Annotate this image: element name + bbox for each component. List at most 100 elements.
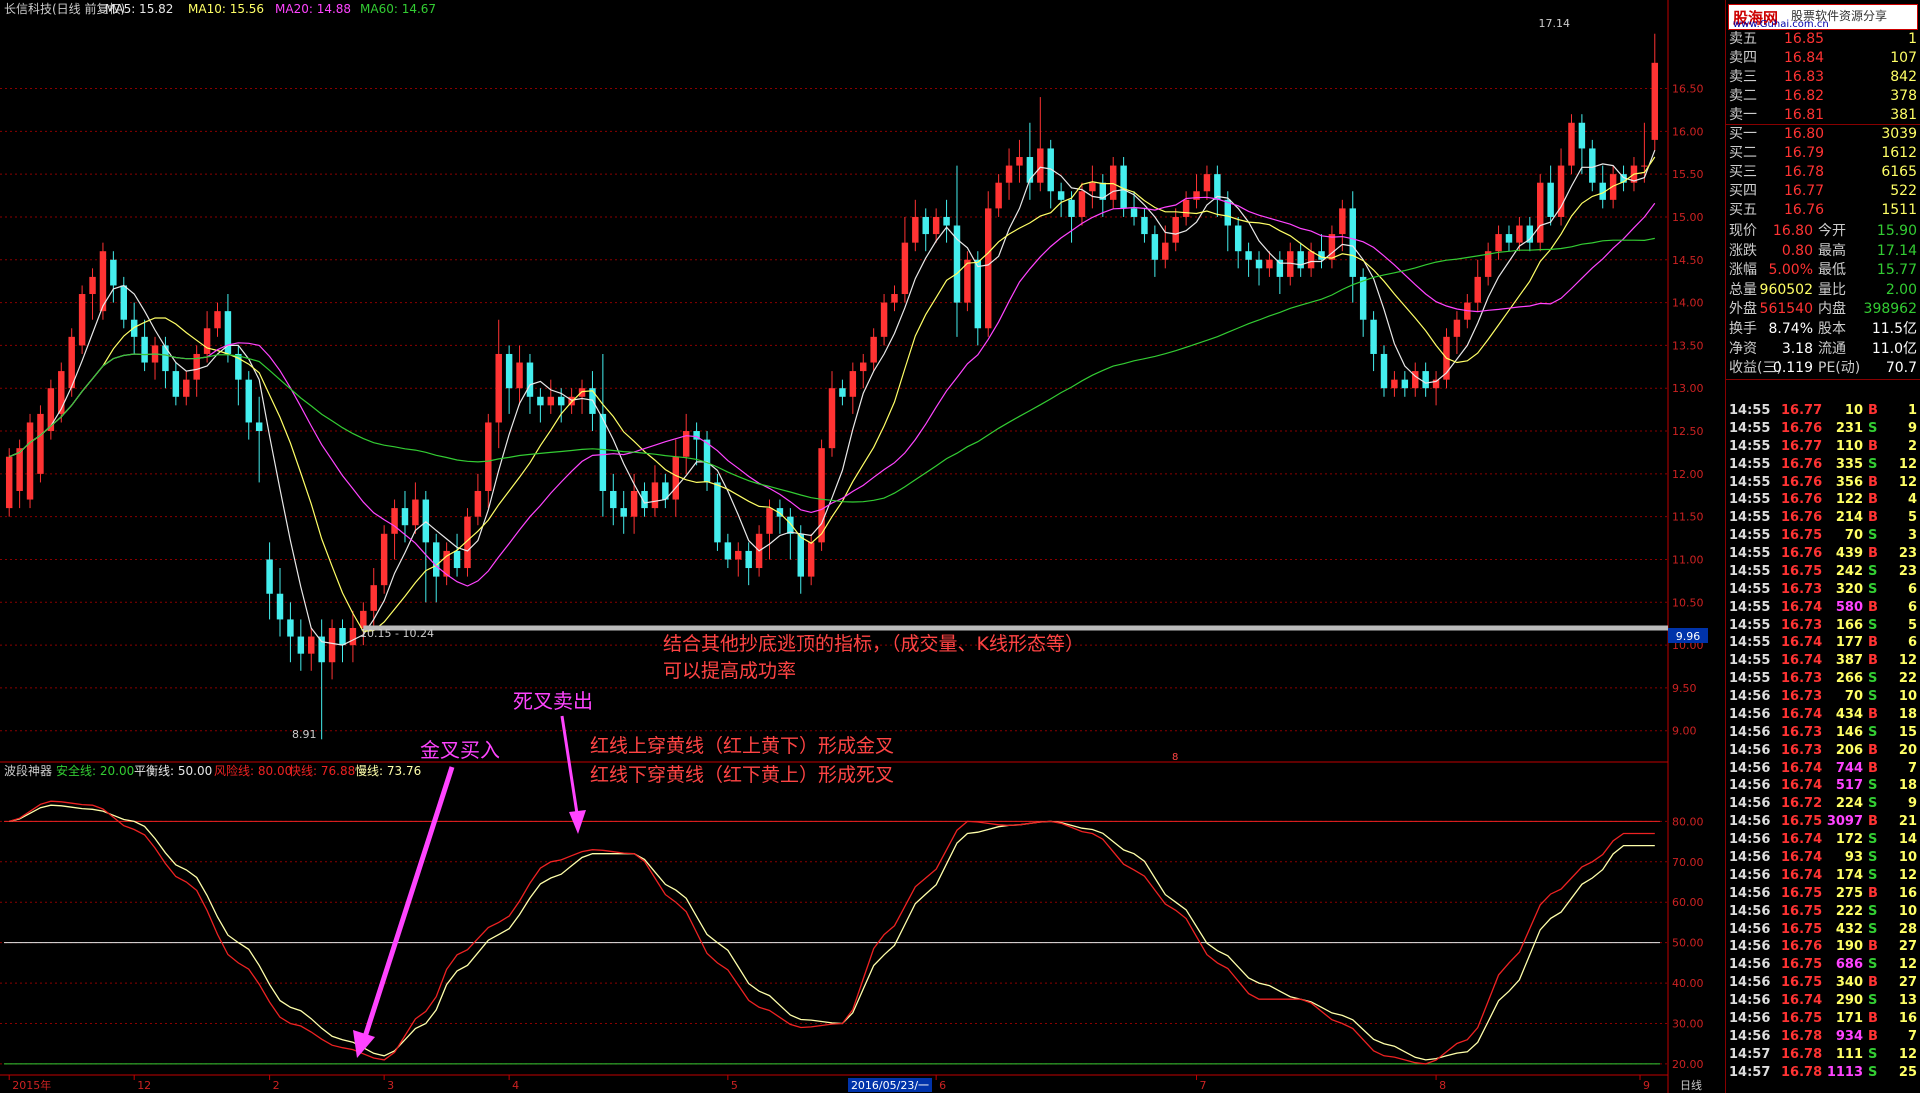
tick-row[interactable]: 14:56 16.75 340 B 27 <box>1726 974 1920 992</box>
tick-time: 14:56 <box>1729 742 1771 758</box>
candle <box>984 191 992 337</box>
orderbook-price: 16.84 <box>1784 50 1825 66</box>
orderbook-label: 卖三 <box>1729 69 1757 85</box>
candle-body <box>5 456 13 509</box>
tick-row[interactable]: 14:56 16.73 206 B 20 <box>1726 742 1920 760</box>
tick-row[interactable]: 14:56 16.74 290 S 13 <box>1726 992 1920 1010</box>
tick-row[interactable]: 14:55 16.77 110 B 2 <box>1726 438 1920 456</box>
orderbook-price: 16.76 <box>1784 202 1825 218</box>
orderbook-row[interactable]: 卖一 16.81 381 <box>1726 106 1920 125</box>
candle-body <box>672 456 680 500</box>
tick-row[interactable]: 14:55 16.73 320 S 6 <box>1726 581 1920 599</box>
candle-body <box>1589 148 1596 183</box>
candle-body <box>1339 208 1346 235</box>
candle-body <box>807 542 815 577</box>
x-axis-label: 12 <box>137 1079 151 1092</box>
tick-row[interactable]: 14:55 16.73 166 S 5 <box>1726 617 1920 635</box>
tick-row[interactable]: 14:55 16.76 439 B 23 <box>1726 545 1920 563</box>
tick-row[interactable]: 14:56 16.76 190 B 27 <box>1726 938 1920 956</box>
tick-volume: 275 <box>1835 885 1863 901</box>
candle-body <box>984 208 992 329</box>
price-axis-label: 12.00 <box>1672 468 1704 481</box>
tick-row[interactable]: 14:55 16.74 177 B 6 <box>1726 634 1920 652</box>
tick-row[interactable]: 14:55 16.74 387 B 12 <box>1726 652 1920 670</box>
tick-count: 5 <box>1907 617 1917 633</box>
tick-row[interactable]: 14:55 16.75 242 S 23 <box>1726 563 1920 581</box>
tick-row[interactable]: 14:56 16.74 93 S 10 <box>1726 849 1920 867</box>
tick-row[interactable]: 14:56 16.73 70 S 10 <box>1726 688 1920 706</box>
tick-row[interactable]: 14:56 16.74 172 S 14 <box>1726 831 1920 849</box>
tick-side: B <box>1868 760 1878 776</box>
candle-body <box>797 533 804 577</box>
stat-key: 最低 <box>1818 262 1846 279</box>
tick-side: B <box>1868 438 1878 454</box>
tick-row[interactable]: 14:55 16.76 214 B 5 <box>1726 509 1920 527</box>
orderbook-row[interactable]: 买五 16.76 1511 <box>1726 201 1920 220</box>
tick-row[interactable]: 14:56 16.74 434 B 18 <box>1726 706 1920 724</box>
tick-row[interactable]: 14:57 16.78 111 S 12 <box>1726 1046 1920 1064</box>
tick-volume: 320 <box>1835 581 1863 597</box>
candle-body <box>474 490 482 517</box>
tick-row[interactable]: 14:55 16.76 122 B 4 <box>1726 491 1920 509</box>
candle-body <box>1266 259 1273 269</box>
tick-side: B <box>1868 599 1878 615</box>
kline-chart[interactable]: 16.50 16.00 15.50 15.00 14.50 14.00 13.50 13.00… <box>0 0 1725 1093</box>
stat-value: 5.00% <box>1768 262 1813 279</box>
tick-row[interactable]: 14:55 16.76 356 B 12 <box>1726 474 1920 492</box>
tick-row[interactable]: 14:55 16.77 10 B 1 <box>1726 402 1920 420</box>
osc-axis-label: 40.00 <box>1672 977 1704 990</box>
candle-body <box>1536 182 1544 243</box>
tick-row[interactable]: 14:56 16.75 686 S 12 <box>1726 956 1920 974</box>
candle-body <box>391 508 398 534</box>
tick-count: 3 <box>1907 528 1917 544</box>
orderbook-row[interactable]: 卖四 16.84 107 <box>1726 49 1920 68</box>
orderbook-row[interactable]: 买三 16.78 6165 <box>1726 163 1920 182</box>
candle-body <box>1422 371 1429 389</box>
orderbook-row[interactable]: 卖五 16.85 1 <box>1726 30 1920 49</box>
tick-volume: 122 <box>1835 492 1863 508</box>
tick-time: 14:55 <box>1729 403 1771 418</box>
tick-row[interactable]: 14:55 16.76 335 S 12 <box>1726 456 1920 474</box>
tick-row[interactable]: 14:55 16.73 266 S 22 <box>1726 670 1920 688</box>
candle <box>380 525 388 594</box>
candle-body <box>380 533 388 586</box>
tick-row[interactable]: 14:56 16.74 744 B 7 <box>1726 760 1920 778</box>
candle-body <box>891 294 898 303</box>
candle-body <box>547 396 555 406</box>
tick-row[interactable]: 14:56 16.75 3097 B 21 <box>1726 813 1920 831</box>
orderbook-row[interactable]: 买四 16.77 522 <box>1726 182 1920 201</box>
candle-body <box>1297 251 1304 269</box>
tick-row[interactable]: 14:56 16.78 934 B 7 <box>1726 1028 1920 1046</box>
tick-row[interactable]: 14:55 16.74 580 B 6 <box>1726 599 1920 617</box>
orderbook-row[interactable]: 卖三 16.83 842 <box>1726 68 1920 87</box>
tick-row[interactable]: 14:56 16.73 146 S 15 <box>1726 724 1920 742</box>
orderbook-row[interactable]: 买二 16.79 1612 <box>1726 144 1920 163</box>
tick-row[interactable]: 14:56 16.75 222 S 10 <box>1726 903 1920 921</box>
stat-key: 内盘 <box>1818 301 1846 318</box>
tick-price: 16.74 <box>1781 832 1823 848</box>
tick-time: 14:56 <box>1729 975 1771 991</box>
tick-side: B <box>1868 814 1878 830</box>
tick-count: 1 <box>1907 403 1917 418</box>
tick-row[interactable]: 14:57 16.78 1113 S 25 <box>1726 1064 1920 1082</box>
tick-row[interactable]: 14:55 16.75 70 S 3 <box>1726 527 1920 545</box>
orderbook-row[interactable]: 卖二 16.82 378 <box>1726 87 1920 106</box>
tick-row[interactable]: 14:56 16.75 432 S 28 <box>1726 921 1920 939</box>
tick-row[interactable]: 14:56 16.72 224 S 9 <box>1726 795 1920 813</box>
tick-side: S <box>1868 563 1878 579</box>
tick-price: 16.76 <box>1781 546 1823 562</box>
candle-body <box>1651 62 1659 140</box>
tick-row[interactable]: 14:56 16.75 171 B 16 <box>1726 1010 1920 1028</box>
tick-side: B <box>1868 635 1878 651</box>
tick-count: 18 <box>1898 706 1917 722</box>
stat-value: 15.77 <box>1876 262 1917 279</box>
candle-body <box>943 216 950 226</box>
tick-row[interactable]: 14:56 16.75 275 B 16 <box>1726 885 1920 903</box>
orderbook-row[interactable]: 买一 16.80 3039 <box>1726 125 1920 144</box>
candle-body <box>818 448 825 543</box>
tick-row[interactable]: 14:56 16.74 174 S 12 <box>1726 867 1920 885</box>
tick-row[interactable]: 14:55 16.76 231 S 9 <box>1726 420 1920 438</box>
tick-price: 16.73 <box>1781 742 1823 758</box>
candle <box>78 285 86 354</box>
tick-row[interactable]: 14:56 16.74 517 S 18 <box>1726 777 1920 795</box>
